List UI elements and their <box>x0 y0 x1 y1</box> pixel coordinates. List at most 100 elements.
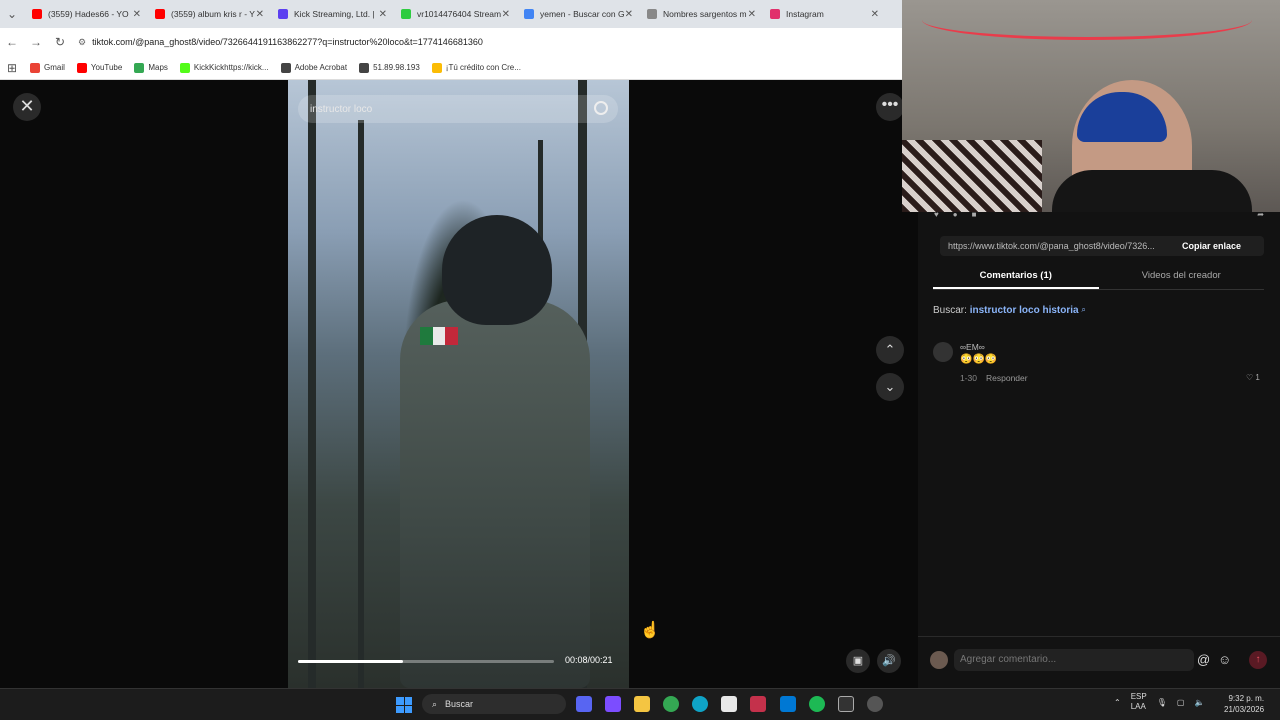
share-icon[interactable]: ➦ <box>1257 210 1264 219</box>
chrome-icon[interactable] <box>663 696 679 712</box>
forward-icon[interactable]: → <box>24 35 48 49</box>
capcut-icon[interactable] <box>838 696 854 712</box>
tab-close-icon[interactable]: ✕ <box>871 9 879 20</box>
url-field[interactable]: ⚙ tiktok.com/@pana_ghost8/video/73266441… <box>78 37 483 48</box>
mention-icon[interactable]: @ <box>1197 652 1210 667</box>
address-bar: ← → ↻ ⚙ tiktok.com/@pana_ghost8/video/73… <box>0 28 902 56</box>
app-icon[interactable] <box>750 696 766 712</box>
tab-list-button[interactable]: ⌄ <box>0 7 24 21</box>
edge-icon[interactable] <box>692 696 708 712</box>
bed <box>902 140 1042 212</box>
browser-tab[interactable]: Kick Streaming, Ltd. | ✕ <box>270 0 393 28</box>
bookmark-label: ¡Tú crédito con Cre... <box>445 63 521 72</box>
share-link-row: https://www.tiktok.com/@pana_ghost8/vide… <box>940 236 1264 256</box>
send-icon[interactable]: ↑ <box>1249 651 1267 669</box>
close-icon[interactable]: ✕ <box>13 93 41 121</box>
comment-like[interactable]: ♡ 1 <box>1246 373 1260 382</box>
bookmark-item[interactable]: KickKickhttps://kick... <box>179 62 269 73</box>
tab-close-icon[interactable]: ✕ <box>379 9 387 20</box>
browser-tab[interactable]: Instagram ✕ <box>762 0 885 28</box>
bookmark-item[interactable]: 51.89.98.193 <box>359 62 420 73</box>
discord-icon[interactable] <box>576 696 592 712</box>
comment-like-count: 1 <box>1255 373 1260 382</box>
search-icon[interactable] <box>594 101 608 115</box>
caption-icon[interactable]: ▣ <box>846 649 870 673</box>
spotify-icon[interactable] <box>809 696 825 712</box>
back-icon[interactable]: ← <box>0 35 24 49</box>
language-indicator[interactable]: ESP LAA <box>1131 692 1147 712</box>
browser-tab[interactable]: vr1014476404 Stream ✕ <box>393 0 516 28</box>
hand-cursor-icon: ☝ <box>640 622 660 639</box>
video-search-box[interactable]: instructor loco <box>298 95 618 123</box>
outlook-icon[interactable] <box>780 696 796 712</box>
action-icons-row: ♥ ● ■ ➦ <box>934 206 1264 222</box>
previous-video-icon[interactable]: ⌃ <box>876 336 904 364</box>
emoji-icon[interactable]: ☺ <box>1218 652 1231 667</box>
tab-favicon-icon <box>770 9 780 19</box>
comment-input[interactable]: Agregar comentario... <box>954 649 1194 671</box>
site-info-icon[interactable]: ⚙ <box>78 37 86 48</box>
comment-text: 😳😳😳 <box>960 354 998 365</box>
related-search-term[interactable]: instructor loco historia <box>970 305 1079 316</box>
tab-creator-videos[interactable]: Videos del creador <box>1099 266 1265 289</box>
copilot-icon[interactable] <box>605 696 621 712</box>
more-options-icon[interactable]: ••• <box>876 93 904 121</box>
like-icon[interactable]: ♥ <box>934 210 939 219</box>
bookmark-label: Maps <box>148 63 168 72</box>
bookmark-item[interactable]: Maps <box>134 62 168 73</box>
volume-icon[interactable]: 🔊 <box>877 649 901 673</box>
bookmark-favicon-icon <box>134 62 145 73</box>
bookmark-icon[interactable]: ■ <box>972 210 977 219</box>
chevron-up-icon[interactable]: ⌃ <box>1114 698 1121 707</box>
reload-icon[interactable]: ↻ <box>48 35 72 49</box>
bookmark-favicon-icon <box>179 62 190 73</box>
network-icon[interactable]: ▢ <box>1177 698 1185 707</box>
share-link-text: https://www.tiktok.com/@pana_ghost8/vide… <box>948 241 1155 251</box>
bookmarks-bar: ⊞ Gmail YouTube Maps KickKickhttps://kick..… <box>0 56 902 80</box>
taskbar-search[interactable]: ⌕ Buscar <box>422 694 566 714</box>
tab-close-icon[interactable]: ✕ <box>256 9 264 20</box>
video-subject-head <box>442 215 552 325</box>
speaker-icon[interactable]: 🔈 <box>1194 698 1204 707</box>
microphone-icon[interactable]: 🎙 <box>1157 698 1167 707</box>
obs-icon[interactable] <box>867 696 883 712</box>
bookmark-favicon-icon <box>359 62 370 73</box>
bookmark-favicon-icon <box>76 62 87 73</box>
heart-icon: ♡ <box>1246 373 1254 382</box>
apps-icon[interactable]: ⊞ <box>0 61 24 75</box>
tab-comments[interactable]: Comentarios (1) <box>933 266 1099 289</box>
tab-close-icon[interactable]: ✕ <box>133 9 141 20</box>
browser-tab[interactable]: yemen - Buscar con G ✕ <box>516 0 639 28</box>
copy-link-button[interactable]: Copiar enlace <box>1182 241 1241 251</box>
tab-close-icon[interactable]: ✕ <box>625 9 633 20</box>
bookmark-item[interactable]: YouTube <box>76 62 122 73</box>
search-icon: ⌕ <box>432 698 438 709</box>
browser-tab[interactable]: (3559) album kris r - Y ✕ <box>147 0 270 28</box>
tab-favicon-icon <box>647 9 657 19</box>
next-video-icon[interactable]: ⌄ <box>876 373 904 401</box>
related-search[interactable]: Buscar: instructor loco historia ⌕ <box>933 305 1086 316</box>
comment-icon[interactable]: ● <box>953 210 958 219</box>
clock[interactable]: 9:32 p. m. 21/03/2026 <box>1224 693 1264 715</box>
avatar[interactable] <box>933 342 953 362</box>
bookmark-favicon-icon <box>431 62 442 73</box>
tab-label: (3559) album kris r - Y <box>171 9 255 19</box>
video-search-text: instructor loco <box>310 103 373 115</box>
reply-button[interactable]: Responder <box>986 373 1028 383</box>
bookmark-item[interactable]: Gmail <box>30 62 65 73</box>
file-explorer-icon[interactable] <box>634 696 650 712</box>
windows-start-icon[interactable] <box>396 697 412 713</box>
tab-label: Instagram <box>786 9 824 19</box>
bookmark-item[interactable]: Adobe Acrobat <box>280 62 347 73</box>
tab-close-icon[interactable]: ✕ <box>502 9 510 20</box>
store-icon[interactable] <box>721 696 737 712</box>
bookmark-item[interactable]: ¡Tú crédito con Cre... <box>431 62 521 73</box>
clock-date: 21/03/2026 <box>1224 705 1265 714</box>
browser-tab[interactable]: (3559) Hades66 - YO ✕ <box>24 0 147 28</box>
video-time: 00:08/00:21 <box>565 655 613 665</box>
tab-close-icon[interactable]: ✕ <box>748 9 756 20</box>
comment-username[interactable]: ∞EM∞ <box>960 342 985 352</box>
bookmark-favicon-icon <box>280 62 291 73</box>
tab-label: (3559) Hades66 - YO <box>48 9 129 19</box>
browser-tab[interactable]: Nombres sargentos m ✕ <box>639 0 762 28</box>
